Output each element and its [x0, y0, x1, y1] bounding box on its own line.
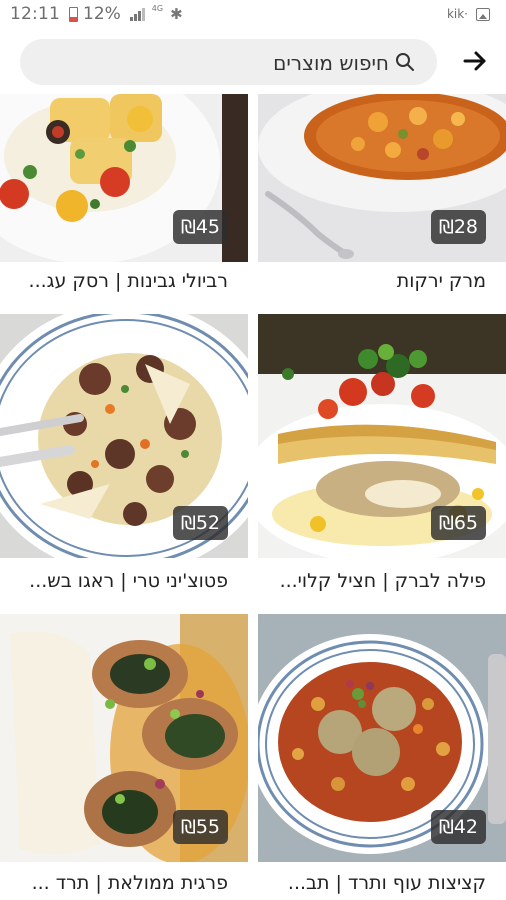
product-card[interactable]: ₪42 קציצות עוף ותרד | תב...	[258, 614, 506, 900]
bluetooth-icon: ✱	[170, 5, 183, 23]
price-badge: ₪45	[172, 210, 228, 244]
battery-percent: 12%	[83, 4, 121, 24]
product-card[interactable]: ₪55 פרגית ממולאת | תרד ...	[0, 614, 248, 900]
price-badge: ₪55	[172, 810, 228, 844]
price-badge: ₪28	[430, 210, 486, 244]
product-image[interactable]: ₪52	[0, 314, 248, 558]
status-left: 12:11 12% 4G ✱	[10, 4, 183, 24]
product-card[interactable]: ₪28 מרק ירקות	[258, 94, 506, 308]
product-name: פטוצ'יני טרי | ראגו בש...	[29, 570, 228, 592]
kik-notification-label: kik·	[446, 7, 468, 21]
product-card[interactable]: ₪65 פילה לברק | חציל קלוי...	[258, 314, 506, 604]
price-badge: ₪52	[172, 506, 228, 540]
search-label: חיפוש מוצרים	[273, 51, 389, 75]
battery-icon	[69, 6, 78, 22]
network-type: 4G	[151, 4, 164, 13]
signal-icon	[129, 7, 145, 21]
status-bar: 12:11 12% 4G ✱ kik·	[0, 0, 506, 30]
status-time: 12:11	[10, 4, 60, 24]
price-badge: ₪65	[430, 506, 486, 540]
status-right: kik·	[447, 7, 490, 21]
product-name: פילה לברק | חציל קלוי...	[279, 570, 486, 592]
top-bar: חיפוש מוצרים	[0, 34, 506, 90]
image-notification-icon	[476, 7, 490, 21]
search-input[interactable]: חיפוש מוצרים	[20, 39, 437, 85]
price-badge: ₪42	[430, 810, 486, 844]
back-arrow-icon[interactable]	[462, 48, 488, 74]
product-image[interactable]: ₪45	[0, 94, 248, 262]
product-card[interactable]: ₪52 פטוצ'יני טרי | ראגו בש...	[0, 314, 248, 604]
product-name: רביולי גבינות | רסק עג...	[28, 270, 228, 292]
product-card[interactable]: ₪45 רביולי גבינות | רסק עג...	[0, 94, 248, 308]
product-name: פרגית ממולאת | תרד ...	[31, 872, 228, 894]
product-image[interactable]: ₪42	[258, 614, 506, 862]
product-image[interactable]: ₪55	[0, 614, 248, 862]
product-image[interactable]: ₪65	[258, 314, 506, 558]
product-image[interactable]: ₪28	[258, 94, 506, 262]
product-name: מרק ירקות	[396, 270, 486, 292]
product-name: קציצות עוף ותרד | תב...	[287, 872, 486, 894]
search-icon	[396, 53, 414, 71]
